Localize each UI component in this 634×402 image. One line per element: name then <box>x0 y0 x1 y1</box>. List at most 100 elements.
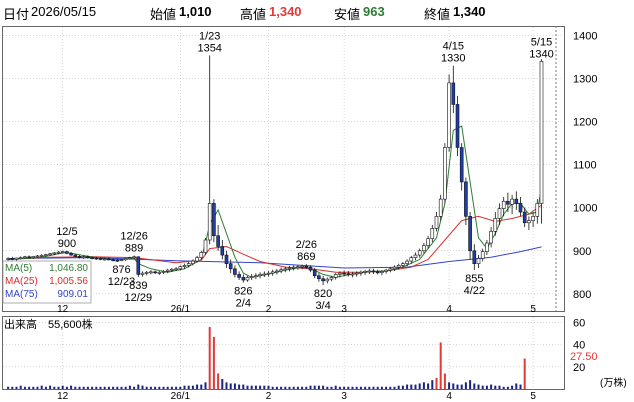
volume-bar <box>254 385 257 389</box>
volume-bar <box>351 386 354 389</box>
candle-down <box>136 256 141 275</box>
candle-down <box>27 256 31 259</box>
candle-up <box>489 231 493 244</box>
candle-up <box>367 270 372 273</box>
volume-tick-label: 20 <box>573 362 585 374</box>
volume-bar <box>246 385 249 389</box>
volume-bar <box>406 384 409 389</box>
volume-bar <box>473 383 476 389</box>
volume-bar <box>418 383 421 389</box>
candle-up <box>144 271 149 274</box>
volume-bar <box>284 386 287 389</box>
candle-up <box>35 255 40 258</box>
price-annotation: 876 <box>112 264 130 276</box>
candle-up <box>249 276 254 278</box>
price-annotation: 820 <box>314 288 332 300</box>
candle-up <box>60 251 65 253</box>
candle-up <box>535 203 540 217</box>
volume-bar <box>443 373 446 389</box>
volume-bar <box>317 385 320 389</box>
volume-bar <box>61 385 64 389</box>
volume-bar <box>65 386 68 389</box>
volume-bar <box>11 386 14 389</box>
candle-up <box>296 266 300 268</box>
price-tick-label: 1200 <box>573 117 597 129</box>
price-annotation: 1330 <box>441 53 465 65</box>
candle-down <box>371 270 376 273</box>
volume-bar <box>519 384 522 389</box>
volume-bar <box>99 386 102 389</box>
price-x-tick-label: 4 <box>446 304 452 315</box>
candle-up <box>354 272 359 275</box>
candle-down <box>65 251 69 254</box>
volume-title: 出来高 <box>4 317 37 331</box>
price-summary-header: 日付 2026/05/15 始値 1,010 高値 1,340 安値 963 終… <box>0 0 634 22</box>
price-annotation: 3/4 <box>315 300 330 312</box>
candle-up <box>384 269 388 272</box>
candle-up <box>207 203 212 241</box>
volume-bar <box>112 386 115 389</box>
candle-up <box>300 265 304 268</box>
volume-bar <box>53 386 56 389</box>
price-annotation: 1354 <box>197 42 221 54</box>
volume-bar <box>376 386 379 389</box>
price-annotation: 900 <box>58 238 76 250</box>
volume-bar <box>448 382 451 389</box>
candle-down <box>304 265 309 268</box>
candle-down <box>468 216 472 252</box>
volume-bar <box>271 386 274 389</box>
price-annotation: 4/15 <box>443 41 464 53</box>
volume-bar <box>78 386 81 389</box>
candle-up <box>401 263 405 266</box>
volume-bar <box>330 386 333 389</box>
candle-down <box>455 104 460 148</box>
candle-down <box>115 259 120 262</box>
ma5-legend-label: MA(5) <box>5 263 32 274</box>
candle-down <box>464 181 468 217</box>
volume-bar <box>469 380 472 389</box>
volume-bar <box>259 385 262 389</box>
volume-bar <box>452 383 455 389</box>
candle-up <box>275 270 279 273</box>
candle-up <box>539 61 544 204</box>
volume-bar <box>401 385 404 389</box>
candle-up <box>279 269 283 272</box>
candle-up <box>191 260 195 264</box>
candle-up <box>333 274 338 278</box>
volume-bar <box>301 386 304 389</box>
candle-up <box>359 271 363 274</box>
candle-up <box>493 218 498 232</box>
price-tick-label: 1400 <box>573 31 597 43</box>
volume-bar <box>170 386 173 389</box>
candle-up <box>186 263 191 266</box>
volume-bar <box>296 386 299 389</box>
candle-down <box>228 263 233 270</box>
volume-bar <box>309 385 312 389</box>
volume-bar <box>116 386 119 389</box>
price-x-axis: 12 26/1 2 3 4 5 <box>57 304 536 315</box>
candle-down <box>233 268 237 275</box>
candle-up <box>178 266 183 270</box>
candle-up <box>123 258 128 261</box>
candle-up <box>161 271 166 273</box>
volume-bar <box>204 382 207 389</box>
volume-bar <box>74 386 77 389</box>
candle-up <box>266 272 271 275</box>
low-label: 安値 <box>334 7 361 22</box>
candle-down <box>94 257 99 260</box>
price-y-axis: 800 900 1000 1100 1200 1300 1400 <box>573 31 597 301</box>
price-annotation: 889 <box>125 242 143 254</box>
volume-bar <box>305 386 308 389</box>
candle-down <box>86 256 90 259</box>
candle-up <box>291 266 296 269</box>
price-annotations: 12/590087612/2312/2688983912/291/2313548… <box>56 30 554 312</box>
price-x-tick-label: 26/1 <box>171 304 191 315</box>
candle-down <box>241 277 246 281</box>
volume-bar <box>208 326 211 389</box>
volume-bar <box>196 384 199 389</box>
candle-up <box>165 269 170 272</box>
close-label: 終値 <box>424 7 451 22</box>
volume-bar <box>23 386 26 389</box>
candle-up <box>258 274 262 277</box>
volume-bar <box>154 386 157 389</box>
